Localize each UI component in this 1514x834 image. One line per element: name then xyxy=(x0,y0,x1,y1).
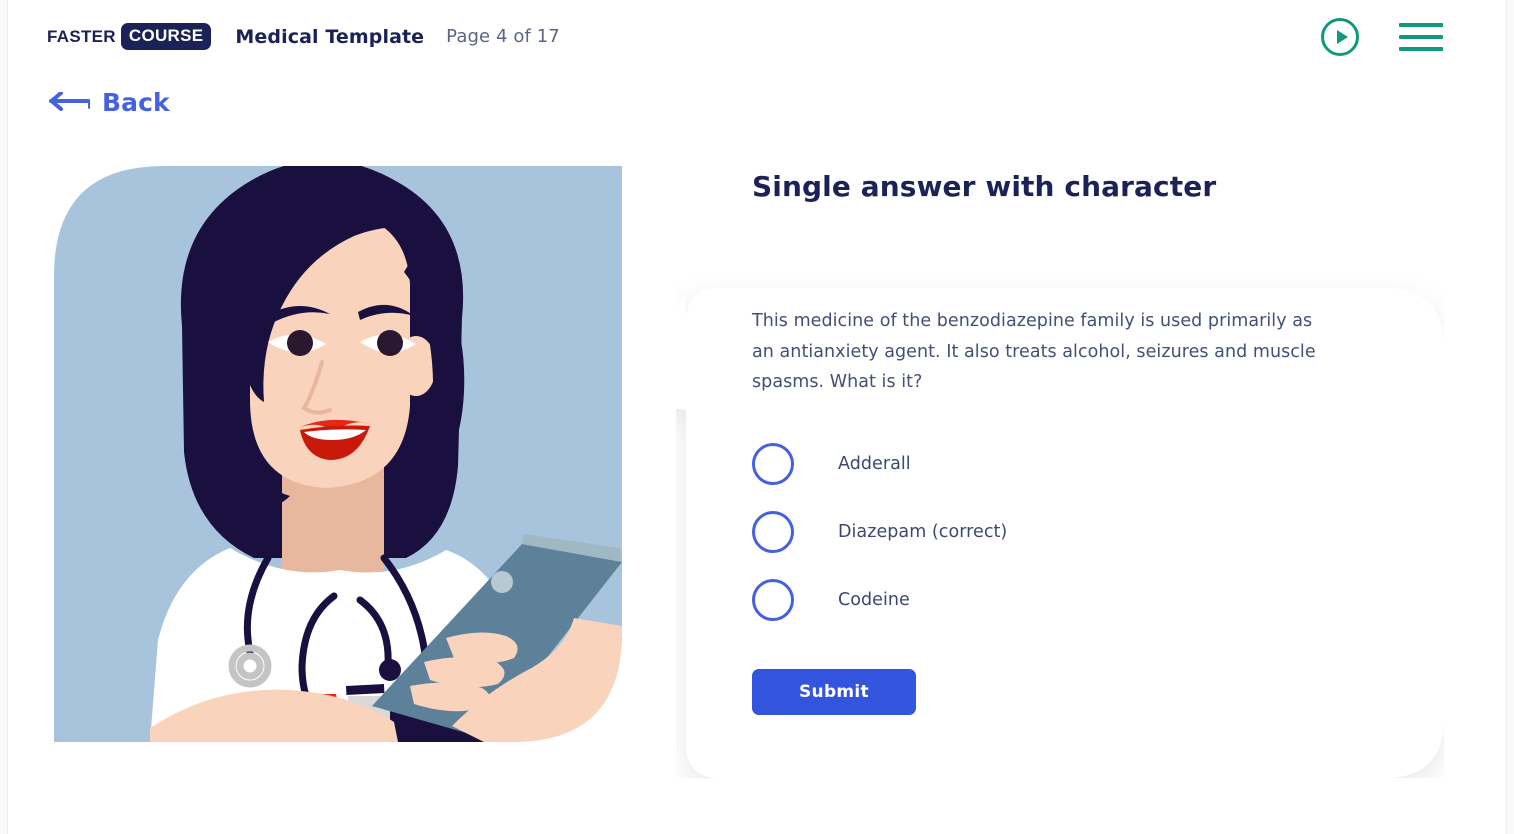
submit-button[interactable]: Submit xyxy=(752,668,916,715)
answer-option-1[interactable]: Adderall xyxy=(752,442,1352,486)
template-title: Medical Template xyxy=(235,25,425,48)
doctor-illustration xyxy=(54,166,622,742)
answer-option-2[interactable]: Diazepam (correct) xyxy=(752,510,1352,554)
play-circle-icon[interactable] xyxy=(1321,17,1359,56)
page-title: Single answer with character xyxy=(752,170,1217,203)
app-header: FASTER COURSE Medical Template Page 4 of… xyxy=(9,0,1505,73)
page-edge-left xyxy=(0,0,8,834)
logo-badge-course: COURSE xyxy=(120,23,212,50)
answer-option-label: Diazepam (correct) xyxy=(838,521,1008,542)
hamburger-bar-2 xyxy=(1399,34,1443,39)
radio-button-icon[interactable] xyxy=(752,578,794,621)
play-triangle-icon xyxy=(1336,29,1348,44)
question-panel: This medicine of the benzodiazepine fami… xyxy=(752,306,1352,715)
answer-option-label: Adderall xyxy=(838,453,911,474)
brand-logo[interactable]: FASTER COURSE xyxy=(47,23,212,50)
answer-option-label: Codeine xyxy=(838,589,910,610)
header-actions xyxy=(1321,17,1443,56)
answer-options-list: Adderall Diazepam (correct) Codeine xyxy=(752,442,1352,622)
back-button[interactable]: Back xyxy=(48,88,170,117)
hamburger-bar-1 xyxy=(1399,22,1443,27)
answer-option-3[interactable]: Codeine xyxy=(752,578,1352,622)
arrow-left-icon xyxy=(49,91,90,111)
question-text: This medicine of the benzodiazepine fami… xyxy=(752,311,1316,392)
radio-button-icon[interactable] xyxy=(752,442,794,485)
logo-text-faster: FASTER xyxy=(47,26,116,46)
hamburger-menu-icon[interactable] xyxy=(1399,22,1443,51)
back-label: Back xyxy=(102,88,170,117)
radio-button-icon[interactable] xyxy=(752,510,794,553)
hamburger-bar-3 xyxy=(1399,46,1443,51)
page-counter: Page 4 of 17 xyxy=(446,26,560,47)
page-edge-right xyxy=(1506,0,1514,834)
